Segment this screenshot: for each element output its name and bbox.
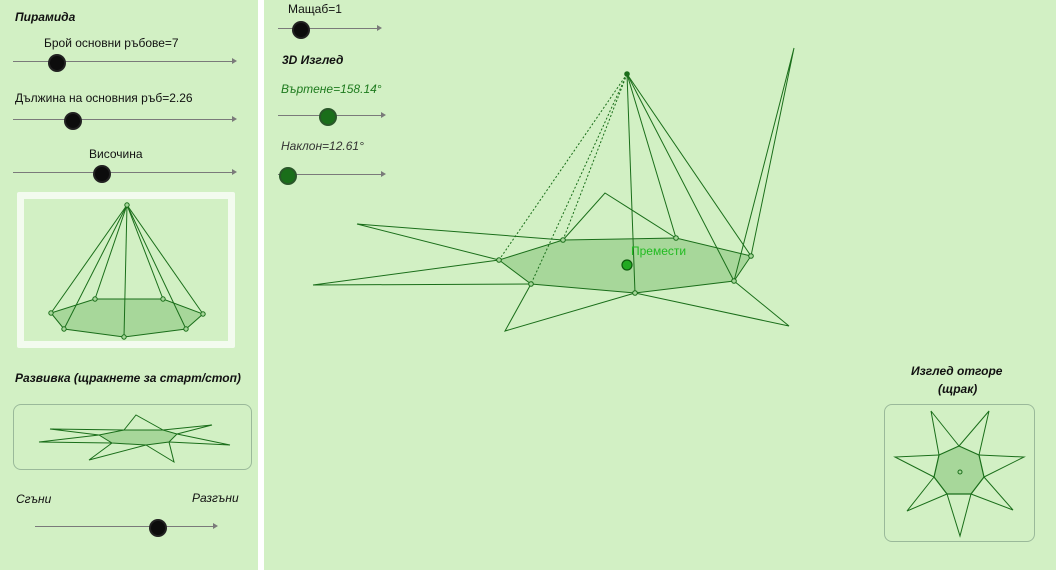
top-view-drawing xyxy=(893,410,1026,538)
edge-length-slider-track[interactable] xyxy=(13,116,237,122)
unfold-label: Разгъни xyxy=(192,491,239,505)
move-label[interactable]: Премести xyxy=(631,244,686,258)
top-view-title: Изглед отгоре xyxy=(911,364,1003,378)
fold-slider-knob[interactable] xyxy=(149,519,167,537)
edge-length-slider-knob[interactable] xyxy=(64,112,82,130)
net-preview-drawing xyxy=(38,414,231,464)
height-slider-track[interactable] xyxy=(13,169,237,175)
preview-base-face xyxy=(50,298,204,338)
graphics-view[interactable]: Мащаб=1 3D Изглед Въртене=158.14° Наклон… xyxy=(264,0,1056,570)
height-slider-knob[interactable] xyxy=(93,165,111,183)
pyramid-preview[interactable] xyxy=(24,199,228,341)
pyramid-title: Пирамида xyxy=(15,10,76,24)
left-panel: Пирамида Брой основни ръбове=7 Дължина н… xyxy=(0,0,258,570)
top-view-hint: (щрак) xyxy=(938,382,978,396)
fold-slider-track[interactable] xyxy=(35,523,218,529)
edges-slider-knob[interactable] xyxy=(48,54,66,72)
net-preview-box[interactable] xyxy=(13,404,252,470)
net-title: Развивка (щракнете за старт/стоп) xyxy=(15,371,241,385)
net-faces xyxy=(312,47,795,332)
top-view-box[interactable] xyxy=(884,404,1035,542)
edges-slider-track[interactable] xyxy=(13,58,237,64)
move-point xyxy=(621,259,633,271)
edge-length-slider-label: Дължина на основния ръб=2.26 xyxy=(15,91,193,105)
pyramid-preview-drawing xyxy=(48,202,206,340)
fold-label: Сгъни xyxy=(16,492,52,506)
height-slider-label: Височина xyxy=(89,147,143,161)
edges-slider-label: Брой основни ръбове=7 xyxy=(44,36,179,50)
